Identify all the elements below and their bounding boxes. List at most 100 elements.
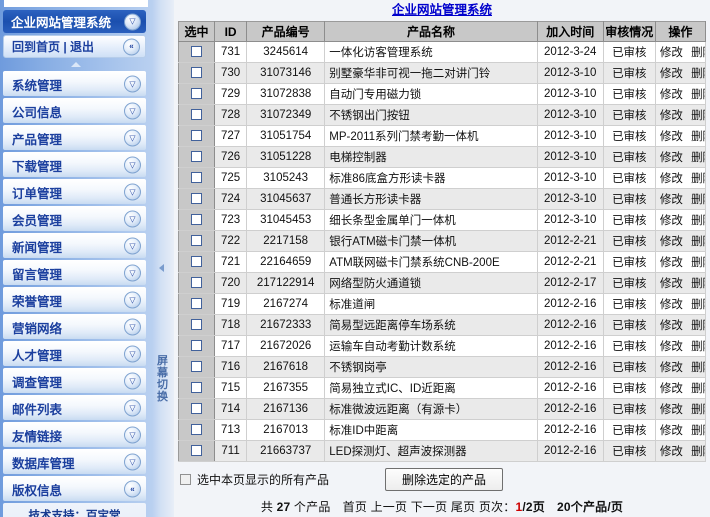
chevron-double-down-icon[interactable]: ▽ [124, 264, 141, 282]
row-checkbox[interactable] [191, 298, 203, 310]
chevron-double-down-icon[interactable]: ▽ [124, 156, 141, 174]
chevron-double-down-icon[interactable]: ▽ [124, 399, 141, 417]
edit-link[interactable]: 修改 [660, 110, 683, 122]
chevron-double-down-icon[interactable]: ▽ [124, 345, 141, 363]
sidebar-subnav-label[interactable]: 回到首页 | 退出 [4, 38, 94, 55]
sidebar-item-9[interactable]: 营销网络 ▽ [3, 314, 146, 339]
delete-link[interactable]: 删除 [691, 362, 704, 374]
delete-link[interactable]: 删除 [691, 68, 704, 80]
last-page-link[interactable]: 尾页 [451, 500, 475, 514]
page-title[interactable]: 企业网站管理系统 [174, 0, 710, 19]
delete-link[interactable]: 删除 [691, 425, 704, 437]
chevron-double-down-icon[interactable]: ▽ [124, 372, 141, 390]
edit-link[interactable]: 修改 [660, 278, 683, 290]
delete-link[interactable]: 删除 [691, 131, 704, 143]
edit-link[interactable]: 修改 [660, 215, 683, 227]
sidebar-subnav[interactable]: 回到首页 | 退出 « [3, 35, 146, 58]
sidebar-item-14[interactable]: 数据库管理 ▽ [3, 449, 146, 474]
row-checkbox[interactable] [191, 130, 203, 142]
sidebar-scroll-up[interactable] [0, 58, 152, 71]
edit-link[interactable]: 修改 [660, 236, 683, 248]
chevron-double-down-icon[interactable]: ▽ [124, 13, 141, 30]
edit-link[interactable]: 修改 [660, 383, 683, 395]
delete-link[interactable]: 删除 [691, 110, 704, 122]
delete-link[interactable]: 删除 [691, 89, 704, 101]
delete-link[interactable]: 删除 [691, 236, 704, 248]
row-checkbox[interactable] [191, 403, 203, 415]
delete-link[interactable]: 删除 [691, 278, 704, 290]
first-page-link[interactable]: 首页 [343, 500, 367, 514]
delete-link[interactable]: 删除 [691, 257, 704, 269]
edit-link[interactable]: 修改 [660, 89, 683, 101]
sidebar-item-11[interactable]: 调查管理 ▽ [3, 368, 146, 393]
row-checkbox[interactable] [191, 46, 203, 58]
sidebar-item-5[interactable]: 会员管理 ▽ [3, 206, 146, 231]
sidebar-item-10[interactable]: 人才管理 ▽ [3, 341, 146, 366]
row-checkbox[interactable] [191, 319, 203, 331]
delete-selected-button[interactable]: 删除选定的产品 [385, 468, 504, 491]
delete-link[interactable]: 删除 [691, 47, 704, 59]
select-all-checkbox[interactable] [180, 474, 191, 485]
row-checkbox[interactable] [191, 151, 203, 163]
chevron-double-down-icon[interactable]: ▽ [124, 237, 141, 255]
delete-link[interactable]: 删除 [691, 404, 704, 416]
row-checkbox[interactable] [191, 67, 203, 79]
edit-link[interactable]: 修改 [660, 341, 683, 353]
row-checkbox[interactable] [191, 340, 203, 352]
sidebar-item-1[interactable]: 公司信息 ▽ [3, 98, 146, 123]
chevron-double-down-icon[interactable]: ▽ [124, 210, 141, 228]
row-checkbox[interactable] [191, 277, 203, 289]
select-all-row[interactable]: 选中本页显示的所有产品 [180, 471, 329, 488]
chevron-double-down-icon[interactable]: ▽ [124, 102, 141, 120]
edit-link[interactable]: 修改 [660, 446, 683, 458]
delete-link[interactable]: 删除 [691, 383, 704, 395]
row-checkbox[interactable] [191, 424, 203, 436]
sidebar-item-3[interactable]: 下载管理 ▽ [3, 152, 146, 177]
edit-link[interactable]: 修改 [660, 68, 683, 80]
chevron-double-down-icon[interactable]: ▽ [124, 291, 141, 309]
delete-link[interactable]: 删除 [691, 152, 704, 164]
row-checkbox[interactable] [191, 109, 203, 121]
row-checkbox[interactable] [191, 235, 203, 247]
sidebar-item-13[interactable]: 友情链接 ▽ [3, 422, 146, 447]
edit-link[interactable]: 修改 [660, 131, 683, 143]
chevron-double-down-icon[interactable]: ▽ [124, 453, 141, 471]
chevron-double-down-icon[interactable]: ▽ [124, 318, 141, 336]
row-checkbox[interactable] [191, 214, 203, 226]
collapse-panel-button[interactable] [157, 262, 166, 273]
chevron-double-down-icon[interactable]: ▽ [124, 426, 141, 444]
chevron-double-down-icon[interactable]: ▽ [124, 75, 141, 93]
edit-link[interactable]: 修改 [660, 320, 683, 332]
sidebar-item-0[interactable]: 系统管理 ▽ [3, 71, 146, 96]
delete-link[interactable]: 删除 [691, 173, 704, 185]
edit-link[interactable]: 修改 [660, 362, 683, 374]
delete-link[interactable]: 删除 [691, 341, 704, 353]
chevron-double-left-icon[interactable]: « [123, 38, 140, 55]
edit-link[interactable]: 修改 [660, 173, 683, 185]
sidebar-item-7[interactable]: 留言管理 ▽ [3, 260, 146, 285]
row-checkbox[interactable] [191, 382, 203, 394]
edit-link[interactable]: 修改 [660, 299, 683, 311]
edit-link[interactable]: 修改 [660, 257, 683, 269]
row-checkbox[interactable] [191, 445, 203, 457]
delete-link[interactable]: 删除 [691, 446, 704, 458]
panel-splitter[interactable]: 屏幕切换 [152, 0, 174, 517]
sidebar-item-2[interactable]: 产品管理 ▽ [3, 125, 146, 150]
edit-link[interactable]: 修改 [660, 152, 683, 164]
row-checkbox[interactable] [191, 193, 203, 205]
sidebar-item-4[interactable]: 订单管理 ▽ [3, 179, 146, 204]
chevron-double-down-icon[interactable]: ▽ [124, 183, 141, 201]
edit-link[interactable]: 修改 [660, 194, 683, 206]
edit-link[interactable]: 修改 [660, 404, 683, 416]
sidebar-item-15[interactable]: 版权信息 « [3, 476, 146, 501]
chevron-double-left-icon[interactable]: « [124, 480, 141, 498]
next-page-link[interactable]: 下一页 [411, 500, 448, 514]
sidebar-item-12[interactable]: 邮件列表 ▽ [3, 395, 146, 420]
edit-link[interactable]: 修改 [660, 425, 683, 437]
delete-link[interactable]: 删除 [691, 215, 704, 227]
prev-page-link[interactable]: 上一页 [371, 500, 408, 514]
row-checkbox[interactable] [191, 88, 203, 100]
chevron-double-down-icon[interactable]: ▽ [124, 129, 141, 147]
sidebar-item-8[interactable]: 荣誉管理 ▽ [3, 287, 146, 312]
sidebar-item-6[interactable]: 新闻管理 ▽ [3, 233, 146, 258]
